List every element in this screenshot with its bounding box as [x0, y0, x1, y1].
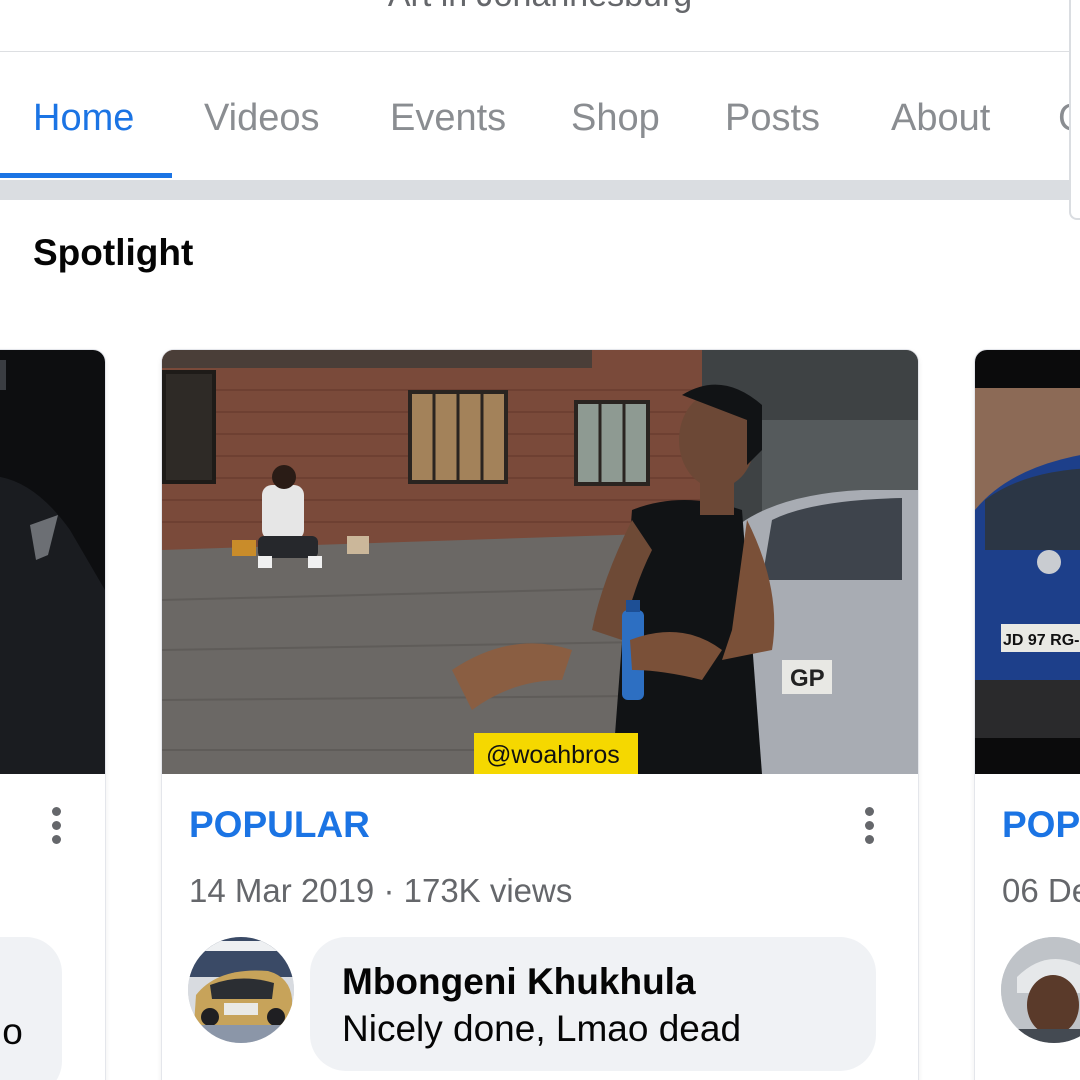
avatar[interactable]	[1001, 937, 1080, 1043]
tab-about[interactable]: About	[891, 53, 990, 180]
spotlight-card-previous[interactable]: lo	[0, 350, 105, 1080]
comment-author[interactable]: Mbongeni Khukhula	[342, 961, 696, 1003]
tab-home[interactable]: Home	[33, 53, 134, 180]
video-watermark-text: @woahbros	[486, 741, 620, 769]
card-label: POPULAR	[189, 804, 370, 845]
svg-text:GP: GP	[790, 665, 825, 692]
video-meta: 06 De	[1002, 872, 1080, 909]
comment-bubble[interactable]: lo	[0, 937, 62, 1080]
tab-events[interactable]: Events	[390, 53, 506, 180]
page-header: Art in Johannesburg	[0, 0, 1080, 52]
video-meta: 14 Mar 2019 · 173K views	[189, 872, 573, 909]
comment-bubble[interactable]: Mbongeni Khukhula Nicely done, Lmao dead	[310, 937, 876, 1071]
section-title: Spotlight	[33, 232, 194, 273]
more-vertical-icon[interactable]	[42, 805, 72, 855]
tab-posts[interactable]: Posts	[725, 53, 820, 180]
comment-text: Nicely done, Lmao dead	[342, 1008, 742, 1049]
tab-videos[interactable]: Videos	[204, 53, 320, 180]
comment-text: lo	[0, 1011, 23, 1052]
section-divider	[0, 180, 1069, 200]
spotlight-card[interactable]: GP @woahbros POPULAR 14 Mar 2019 · 173K …	[162, 350, 918, 1080]
tab-shop[interactable]: Shop	[571, 53, 660, 180]
scrollbar[interactable]	[1069, 0, 1080, 220]
license-plate-text: JD 97 RG-GP	[1003, 632, 1080, 649]
spotlight-card-next[interactable]: JD 97 RG-GP POP 06 De	[975, 350, 1080, 1080]
more-vertical-icon[interactable]	[855, 805, 885, 855]
tab-community[interactable]: C	[1058, 53, 1069, 180]
active-tab-indicator	[0, 173, 172, 178]
video-thumbnail[interactable]: JD 97 RG-GP	[975, 350, 1080, 774]
card-label: POP	[1002, 804, 1080, 845]
video-thumbnail[interactable]: GP @woahbros	[162, 350, 918, 774]
page-title: Art in Johannesburg	[0, 0, 1080, 15]
page-tabs: Home Videos Events Shop Posts About C	[0, 53, 1069, 180]
video-thumbnail[interactable]	[0, 350, 105, 774]
avatar[interactable]	[188, 937, 294, 1043]
